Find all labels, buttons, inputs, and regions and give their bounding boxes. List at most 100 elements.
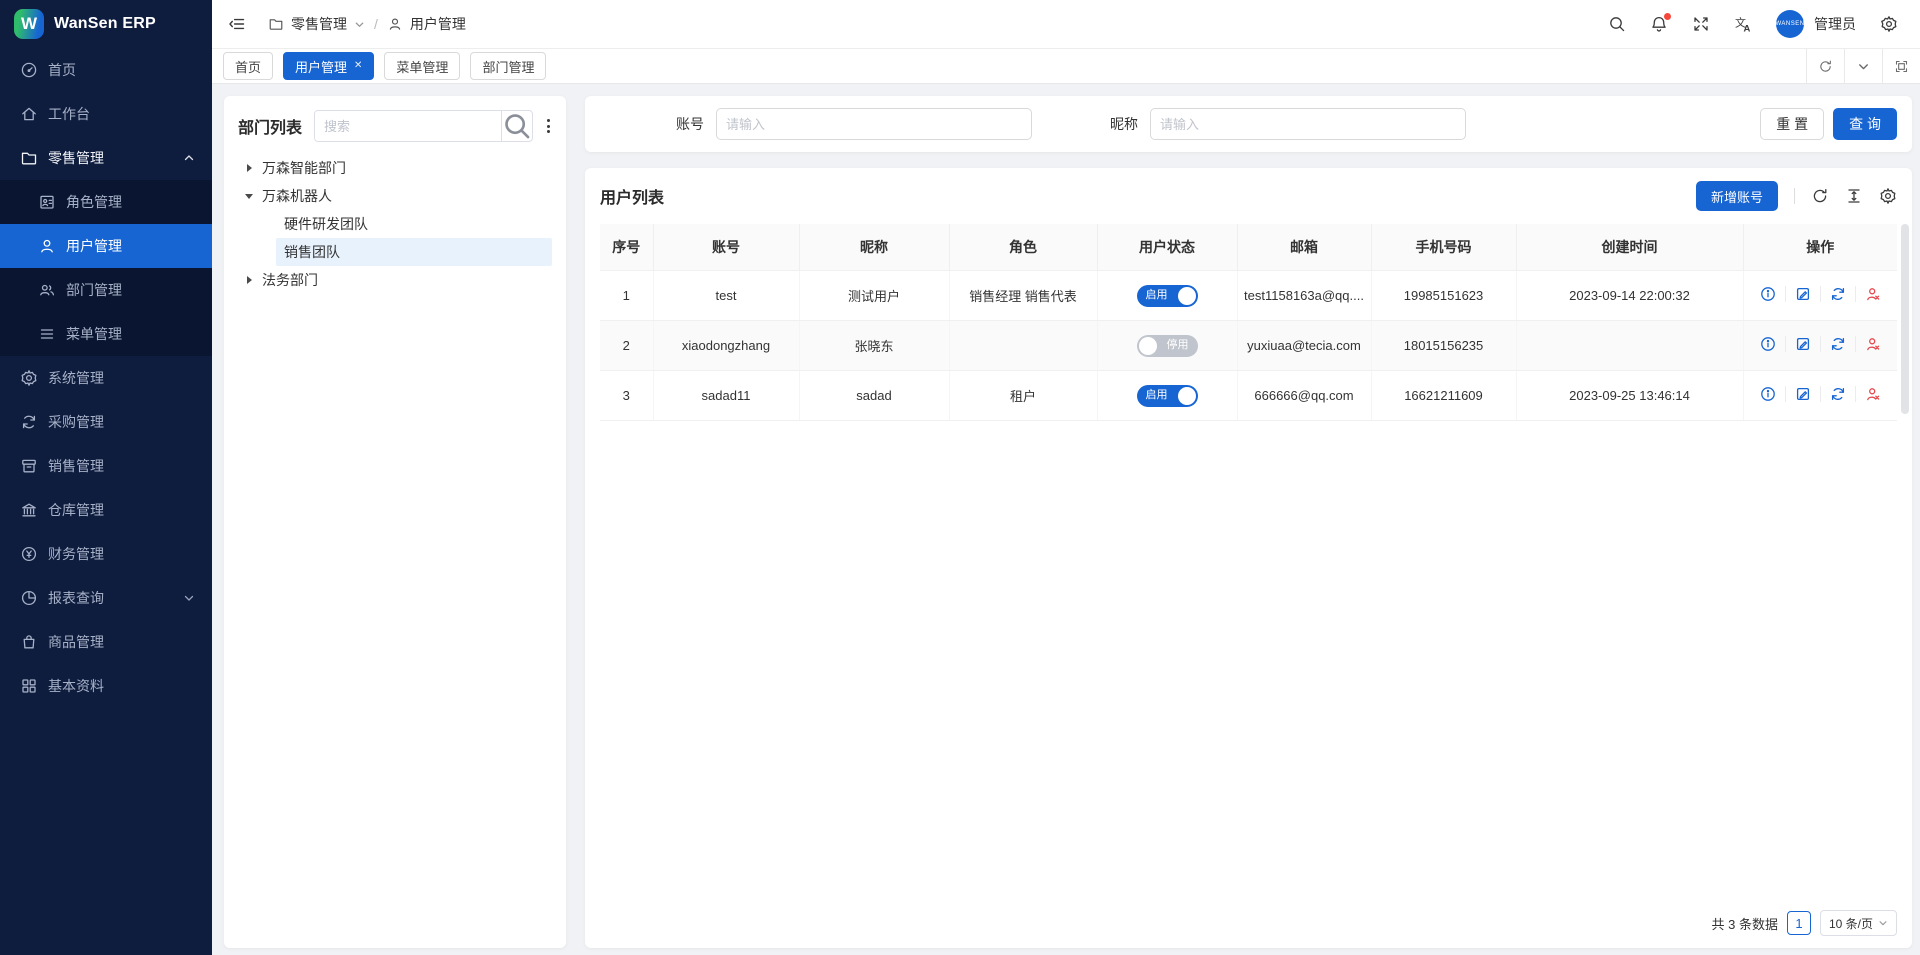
table-row: 2xiaodongzhang张晓东停用yuxiuaa@tecia.com1801… bbox=[600, 321, 1897, 371]
tab-label: 菜单管理 bbox=[396, 57, 448, 76]
sidebar-item-label: 采购管理 bbox=[48, 412, 104, 432]
refresh-icon[interactable] bbox=[1811, 187, 1829, 205]
search-icon[interactable] bbox=[501, 111, 532, 141]
info-icon bbox=[1760, 386, 1776, 402]
caret-right-icon[interactable] bbox=[242, 276, 256, 284]
action-sync-button[interactable] bbox=[1820, 286, 1855, 302]
action-remove-user-button[interactable] bbox=[1855, 286, 1890, 302]
chevron-up-icon bbox=[182, 151, 196, 165]
caret-right-shape bbox=[247, 164, 252, 172]
notification-badge bbox=[1664, 13, 1671, 20]
nickname-label: 昵称 bbox=[1110, 114, 1138, 134]
action-edit-button[interactable] bbox=[1785, 286, 1820, 302]
tab-user-management[interactable]: 用户管理✕ bbox=[283, 52, 374, 80]
tree-node-label: 万森机器人 bbox=[262, 186, 332, 206]
tree-node-team-sales[interactable]: 销售团队 bbox=[276, 238, 552, 266]
search-icon[interactable] bbox=[1608, 15, 1626, 33]
sidebar-item-retail-management[interactable]: 零售管理 bbox=[0, 136, 212, 180]
maximize-button[interactable] bbox=[1882, 49, 1920, 83]
table-row: 3sadad11sadad租户启用666666@qq.com1662121160… bbox=[600, 371, 1897, 421]
table-scrollbar[interactable] bbox=[1901, 224, 1909, 414]
chevron-down-button[interactable] bbox=[1844, 49, 1882, 83]
bell-icon[interactable] bbox=[1650, 15, 1668, 33]
tree-node-dept-wansen-robot[interactable]: 万森机器人 bbox=[238, 182, 552, 210]
caret-right-icon[interactable] bbox=[242, 164, 256, 172]
action-edit-button[interactable] bbox=[1785, 386, 1820, 402]
sidebar-item-report-query[interactable]: 报表查询 bbox=[0, 576, 212, 620]
nickname-input[interactable] bbox=[1150, 108, 1466, 140]
bank-icon bbox=[20, 501, 38, 519]
cell-account: xiaodongzhang bbox=[653, 321, 799, 371]
reset-button[interactable]: 重 置 bbox=[1760, 108, 1824, 140]
tabbar: 首页用户管理✕ 菜单管理 部门管理 bbox=[212, 49, 1920, 84]
column-header: 角色 bbox=[949, 224, 1097, 271]
sidebar-item-menu-management[interactable]: 菜单管理 bbox=[0, 312, 212, 356]
table-header-row: 序号账号昵称角色用户状态邮箱手机号码创建时间操作 bbox=[600, 224, 1897, 271]
action-remove-user-button[interactable] bbox=[1855, 386, 1890, 402]
search-button[interactable]: 查 询 bbox=[1833, 108, 1897, 140]
status-toggle[interactable]: 停用 bbox=[1137, 335, 1198, 357]
action-remove-user-button[interactable] bbox=[1855, 336, 1890, 352]
status-label: 启用 bbox=[1146, 390, 1168, 401]
caret-down-icon[interactable] bbox=[242, 194, 256, 199]
refresh-button[interactable] bbox=[1806, 49, 1844, 83]
status-toggle[interactable]: 启用 bbox=[1137, 385, 1198, 407]
tab-home[interactable]: 首页 bbox=[223, 52, 273, 80]
tree-node-label: 硬件研发团队 bbox=[284, 214, 368, 234]
pagination-page-1[interactable]: 1 bbox=[1787, 911, 1811, 935]
sidebar-item-label: 零售管理 bbox=[48, 148, 104, 168]
pie-icon bbox=[20, 589, 38, 607]
kebab-menu-icon[interactable] bbox=[545, 116, 552, 136]
tab-menu-management[interactable]: 菜单管理 bbox=[384, 52, 460, 80]
sidebar-item-finance-management[interactable]: 财务管理 bbox=[0, 532, 212, 576]
sidebar-item-home[interactable]: 首页 bbox=[0, 48, 212, 92]
action-info-button[interactable] bbox=[1751, 286, 1785, 302]
refresh-icon bbox=[1818, 59, 1833, 74]
tree-node-dept-legal[interactable]: 法务部门 bbox=[238, 266, 552, 294]
tree-node-team-hardware-rd[interactable]: 硬件研发团队 bbox=[276, 210, 552, 238]
info-icon bbox=[1760, 336, 1776, 352]
sidebar-item-system-management[interactable]: 系统管理 bbox=[0, 356, 212, 400]
avatar[interactable]: WANSEN bbox=[1776, 10, 1804, 38]
gear-icon[interactable] bbox=[1880, 15, 1898, 33]
sidebar-item-warehouse-management[interactable]: 仓库管理 bbox=[0, 488, 212, 532]
tree-node-dept-wansen-ai[interactable]: 万森智能部门 bbox=[238, 154, 552, 182]
account-input[interactable] bbox=[716, 108, 1032, 140]
translate-icon[interactable]: 文A bbox=[1734, 15, 1752, 33]
tree-search-input[interactable] bbox=[315, 111, 501, 141]
action-edit-button[interactable] bbox=[1785, 336, 1820, 352]
sidebar-item-sales-management[interactable]: 销售管理 bbox=[0, 444, 212, 488]
caret-right-shape bbox=[247, 276, 252, 284]
tree-node-label: 法务部门 bbox=[262, 270, 318, 290]
action-info-button[interactable] bbox=[1751, 386, 1785, 402]
username[interactable]: 管理员 bbox=[1814, 14, 1856, 34]
close-icon[interactable]: ✕ bbox=[354, 61, 362, 71]
edit-icon bbox=[1795, 286, 1811, 302]
sidebar-item-basic-data[interactable]: 基本资料 bbox=[0, 664, 212, 708]
logo-letter: W bbox=[21, 14, 37, 34]
breadcrumb-section[interactable]: 零售管理 bbox=[291, 14, 347, 34]
sidebar-item-purchase-management[interactable]: 采购管理 bbox=[0, 400, 212, 444]
sidebar-item-user-management[interactable]: 用户管理 bbox=[0, 224, 212, 268]
sidebar-item-workbench[interactable]: 工作台 bbox=[0, 92, 212, 136]
gear-icon[interactable] bbox=[1879, 187, 1897, 205]
column-header: 用户状态 bbox=[1097, 224, 1237, 271]
sidebar: W WanSen ERP 首页工作台零售管理角色管理用户管理部门管理菜单管理系统… bbox=[0, 0, 212, 955]
sidebar-item-goods-management[interactable]: 商品管理 bbox=[0, 620, 212, 664]
add-account-button[interactable]: 新增账号 bbox=[1696, 181, 1778, 211]
breadcrumb-page[interactable]: 用户管理 bbox=[410, 14, 466, 34]
action-sync-button[interactable] bbox=[1820, 336, 1855, 352]
sidebar-item-role-management[interactable]: 角色管理 bbox=[0, 180, 212, 224]
cell-nickname: sadad bbox=[799, 371, 949, 421]
sidebar-item-department-management[interactable]: 部门管理 bbox=[0, 268, 212, 312]
action-info-button[interactable] bbox=[1751, 336, 1785, 352]
action-sync-button[interactable] bbox=[1820, 386, 1855, 402]
line-height-icon[interactable] bbox=[1845, 187, 1863, 205]
page-size-select[interactable]: 10 条/页 bbox=[1820, 910, 1897, 936]
sidebar-item-label: 基本资料 bbox=[48, 676, 104, 696]
folder-icon bbox=[268, 16, 284, 32]
menu-fold-icon[interactable] bbox=[228, 15, 246, 33]
tab-department-management[interactable]: 部门管理 bbox=[470, 52, 546, 80]
fullscreen-icon[interactable] bbox=[1692, 15, 1710, 33]
status-toggle[interactable]: 启用 bbox=[1137, 285, 1198, 307]
